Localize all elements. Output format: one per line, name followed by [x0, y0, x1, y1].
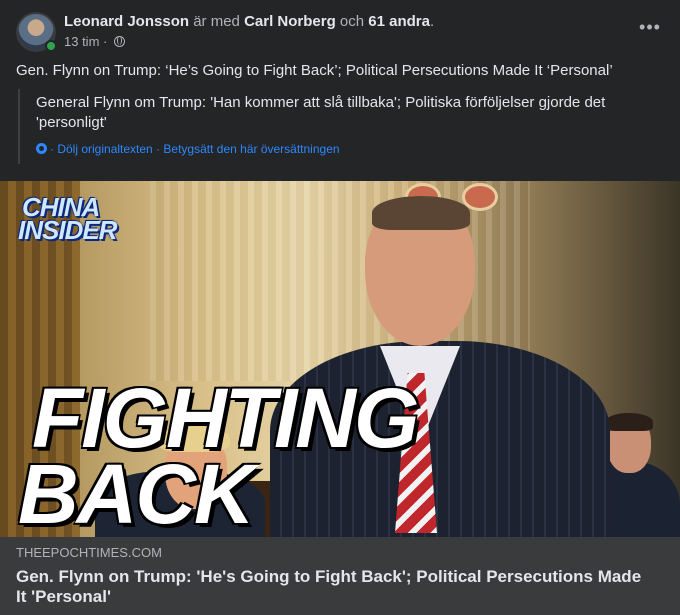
post-meta: 13 tim ·: [64, 34, 125, 50]
right-man-hair: [605, 413, 653, 431]
translation-block: General Flynn om Trump: 'Han kommer att …: [18, 89, 658, 164]
post-author-line: Leonard Jonsson är med Carl Norberg och …: [64, 13, 434, 31]
with-text: är med: [193, 13, 240, 30]
links-dot-2: ·: [156, 142, 161, 156]
post-text: Gen. Flynn on Trump: ‘He’s Going to Figh…: [16, 62, 613, 79]
translation-links: · Dölj originaltexten · Betygsätt den hä…: [36, 142, 340, 156]
more-options-button[interactable]: •••: [636, 18, 664, 40]
author-name[interactable]: Leonard Jonsson: [64, 13, 189, 30]
and-text: och: [339, 13, 365, 30]
image-headline-line2: BACK: [18, 447, 255, 541]
tagged-others[interactable]: 61 andra: [368, 13, 430, 30]
flynn-hair: [372, 196, 470, 230]
period: .: [429, 13, 435, 30]
links-dot-1: ·: [50, 142, 54, 156]
translated-text: General Flynn om Trump: 'Han kommer att …: [36, 94, 606, 131]
rate-translation-link[interactable]: Betygsätt den här översättningen: [163, 142, 339, 156]
tagged-person[interactable]: Carl Norberg: [244, 13, 336, 30]
link-preview-card[interactable]: CHINA INSIDER FIGHTING BACK THEEPOCHTIME…: [0, 181, 680, 615]
link-domain: THEEPOCHTIMES.COM: [16, 545, 162, 560]
link-card-footer[interactable]: THEEPOCHTIMES.COM Gen. Flynn on Trump: '…: [0, 537, 680, 615]
globe-icon[interactable]: [114, 36, 125, 47]
online-status-dot: [45, 40, 57, 52]
link-title[interactable]: Gen. Flynn on Trump: 'He's Going to Figh…: [16, 567, 656, 607]
post-header: Leonard Jonsson är med Carl Norberg och …: [16, 12, 666, 54]
gear-icon[interactable]: [36, 143, 47, 154]
hide-original-link[interactable]: Dölj originaltexten: [57, 142, 152, 156]
china-insider-logo-line2: INSIDER: [18, 215, 117, 245]
meta-separator: ·: [103, 34, 108, 49]
post-time[interactable]: 13 tim: [64, 34, 99, 49]
